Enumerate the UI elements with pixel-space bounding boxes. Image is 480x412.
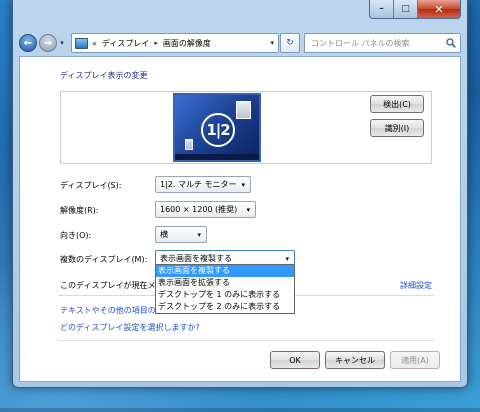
chevron-down-icon: ▾ (246, 206, 250, 214)
display-select-value: 1|2. マルチ モニター (160, 180, 237, 189)
display-settings-window: – □ ✕ ← → ▾ « ディスプレイ ▸ 画面の解像度 ▾ ↻ コントロール… (12, 0, 468, 388)
forward-arrow-icon: → (43, 37, 53, 49)
cancel-button[interactable]: キャンセル (325, 351, 385, 369)
preview-taskbar (175, 154, 259, 160)
address-bar[interactable]: « ディスプレイ ▸ 画面の解像度 ▾ (71, 33, 279, 53)
taskbar-edge (0, 408, 480, 412)
control-panel-icon (75, 37, 88, 49)
caption-buttons: – □ ✕ (369, 0, 461, 19)
dropdown-option-extend[interactable]: 表示画面を拡張する (156, 277, 294, 289)
refresh-button[interactable]: ↻ (280, 33, 300, 53)
dropdown-option-duplicate[interactable]: 表示画面を複製する (156, 265, 294, 277)
which-display-settings-link[interactable]: どのディスプレイ設定を選択しますか? (60, 322, 200, 333)
multiple-displays-label: 複数のディスプレイ(M): (60, 255, 148, 264)
identify-button[interactable]: 識別(I) (370, 119, 424, 137)
search-input[interactable] (311, 38, 451, 48)
display-label: ディスプレイ(S): (60, 181, 122, 190)
monitor-number-badge: 1|2 (201, 113, 235, 147)
recent-pages-dropdown[interactable]: ▾ (58, 39, 66, 47)
text-size-link[interactable]: テキストやその他の項目の (60, 305, 156, 316)
ok-button[interactable]: OK (270, 351, 320, 369)
minimize-button[interactable]: – (370, 0, 394, 18)
preview-window-icon (236, 101, 251, 119)
refresh-icon: ↻ (286, 38, 294, 48)
breadcrumb-screen-resolution[interactable]: 画面の解像度 (163, 38, 211, 49)
divider (58, 340, 434, 341)
multiple-displays-dropdown-list: 表示画面を複製する 表示画面を拡張する デスクトップを 1 のみに表示する デス… (155, 264, 295, 314)
resolution-select-value: 1600 × 1200 (推奨) (160, 205, 238, 214)
resolution-label: 解像度(R): (60, 206, 99, 215)
apply-button[interactable]: 適用(A) (390, 351, 440, 369)
advanced-settings-link[interactable]: 詳細設定 (400, 280, 432, 291)
orientation-label: 向き(O): (60, 231, 92, 240)
orientation-select-value: 横 (160, 230, 168, 239)
breadcrumb-separator-icon[interactable]: ▸ (154, 39, 158, 47)
address-overflow-chevron[interactable]: « (92, 39, 97, 48)
resolution-select[interactable]: 1600 × 1200 (推奨) ▾ (155, 201, 256, 218)
chevron-down-icon: ▾ (197, 231, 201, 239)
navigation-bar: ← → ▾ « ディスプレイ ▸ 画面の解像度 ▾ ↻ (19, 32, 461, 54)
orientation-select[interactable]: 横 ▾ (155, 226, 207, 243)
back-button[interactable]: ← (19, 34, 37, 52)
display-select[interactable]: 1|2. マルチ モニター ▾ (155, 176, 251, 193)
chevron-down-icon: ▾ (285, 255, 289, 263)
search-box[interactable] (304, 33, 461, 53)
close-button[interactable]: ✕ (418, 0, 460, 18)
page-title: ディスプレイ表示の変更 (60, 71, 148, 80)
back-arrow-icon: ← (23, 37, 33, 49)
search-icon[interactable] (446, 38, 456, 48)
dropdown-option-only-2[interactable]: デスクトップを 2 のみに表示する (156, 301, 294, 313)
current-display-status: このディスプレイが現在メ (60, 281, 156, 290)
content-pane: ディスプレイ表示の変更 1|2 検出(C) 識別(I) ディスプレイ(S): 1… (19, 56, 461, 382)
chevron-down-icon: ▾ (241, 181, 245, 189)
preview-window-small-icon (185, 139, 193, 150)
address-dropdown-icon[interactable]: ▾ (270, 39, 274, 47)
multiple-displays-select-value: 表示画面を複製する (160, 254, 232, 263)
breadcrumb-display[interactable]: ディスプレイ (102, 38, 149, 49)
detect-button[interactable]: 検出(C) (370, 95, 424, 113)
forward-button[interactable]: → (39, 34, 57, 52)
monitor-preview[interactable]: 1|2 (173, 93, 261, 162)
maximize-button[interactable]: □ (394, 0, 418, 18)
dropdown-option-only-1[interactable]: デスクトップを 1 のみに表示する (156, 289, 294, 301)
